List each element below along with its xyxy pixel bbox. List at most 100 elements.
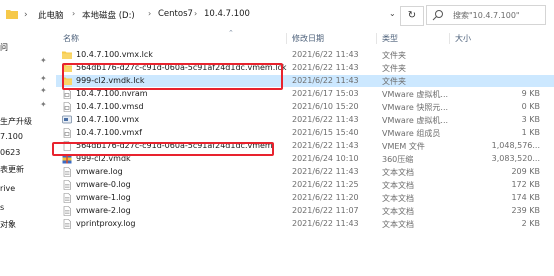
nav-item[interactable]: 表更新 bbox=[0, 164, 24, 175]
file-date: 2021/6/24 10:10 bbox=[292, 154, 359, 163]
file-size: 174 KB bbox=[511, 193, 540, 202]
file-name: 999-cl2.vmdk bbox=[76, 154, 131, 163]
file-row[interactable]: vmware-0.log 2021/6/22 11:25 文本文档 172 KB bbox=[56, 179, 554, 191]
file-date: 2021/6/17 15:03 bbox=[292, 89, 359, 98]
file-size: 9 KB bbox=[521, 89, 540, 98]
breadcrumb-centos7[interactable]: Centos7 bbox=[158, 9, 193, 19]
file-type: 文件夹 bbox=[382, 51, 406, 60]
file-size: 239 KB bbox=[511, 206, 540, 215]
file-size: 209 KB bbox=[511, 167, 540, 176]
file-name: 10.4.7.100.vmxf bbox=[76, 128, 142, 137]
vmware-vm-icon bbox=[62, 115, 72, 125]
file-size: 1 KB bbox=[521, 128, 540, 137]
nav-item[interactable]: 生产升级 bbox=[0, 116, 32, 127]
file-row[interactable]: vmware-2.log 2021/6/22 11:07 文本文档 239 KB bbox=[56, 205, 554, 217]
breadcrumb-separator[interactable]: › bbox=[148, 9, 151, 18]
text-file-icon bbox=[62, 193, 72, 203]
file-size: 2 KB bbox=[521, 219, 540, 228]
search-icon bbox=[432, 10, 443, 21]
file-size: 3 KB bbox=[521, 115, 540, 124]
file-type: VMware 快照元... bbox=[382, 103, 449, 112]
file-row[interactable]: 10.4.7.100.vmx 2021/6/22 11:43 VMware 虚拟机.… bbox=[56, 114, 554, 126]
file-row[interactable]: 999-cl2.vmdk.lck 2021/6/22 11:43 文件夹 bbox=[56, 75, 554, 87]
file-date: 2021/6/22 11:07 bbox=[292, 206, 359, 215]
file-size: 172 KB bbox=[511, 180, 540, 189]
breadcrumb-separator[interactable]: › bbox=[72, 9, 75, 18]
vmware-file-icon bbox=[62, 102, 72, 112]
column-size[interactable]: 大小 bbox=[455, 33, 471, 44]
column-type[interactable]: 类型 bbox=[382, 33, 398, 44]
search-input[interactable]: 搜索"10.4.7.100" bbox=[426, 5, 546, 25]
vmware-file-icon bbox=[62, 89, 72, 99]
column-header: ⌃ 名称 修改日期 类型 大小 bbox=[56, 29, 554, 46]
folder-icon bbox=[62, 76, 72, 86]
file-row[interactable]: 10.4.7.100.vmxf 2021/6/15 15:40 VMware 组成员… bbox=[56, 127, 554, 139]
chevron-down-icon[interactable]: ⌄ bbox=[389, 9, 396, 18]
nav-item[interactable]: 7.100 bbox=[0, 132, 23, 141]
file-date: 2021/6/22 11:43 bbox=[292, 115, 359, 124]
folder-icon bbox=[6, 10, 18, 19]
file-name: vmware-0.log bbox=[76, 180, 131, 189]
file-type: 文本文档 bbox=[382, 194, 414, 203]
file-name: vprintproxy.log bbox=[76, 219, 136, 228]
column-divider[interactable] bbox=[449, 33, 450, 44]
file-name: 999-cl2.vmdk.lck bbox=[76, 76, 145, 85]
file-type: 文本文档 bbox=[382, 207, 414, 216]
column-divider[interactable] bbox=[376, 33, 377, 44]
file-date: 2021/6/22 11:43 bbox=[292, 167, 359, 176]
file-type: 文本文档 bbox=[382, 168, 414, 177]
nav-item[interactable]: 问 bbox=[0, 42, 8, 53]
text-file-icon bbox=[62, 180, 72, 190]
file-name: 10.4.7.100.nvram bbox=[76, 89, 148, 98]
file-size: 3,083,520... bbox=[491, 154, 540, 163]
file-row[interactable]: 564db176-d27c-c91d-060a-5c91af24d1dc.vme… bbox=[56, 62, 554, 74]
file-row[interactable]: 564db176-d27c-c91d-060a-5c91af24d1dc.vme… bbox=[56, 140, 554, 152]
file-type: VMEM 文件 bbox=[382, 142, 425, 151]
text-file-icon bbox=[62, 219, 72, 229]
nav-item[interactable]: rive bbox=[0, 184, 15, 193]
pin-icon[interactable]: ✦ bbox=[40, 56, 47, 65]
breadcrumb-current-folder[interactable]: 10.4.7.100 bbox=[204, 9, 250, 19]
text-file-icon bbox=[62, 167, 72, 177]
file-name: 564db176-d27c-c91d-060a-5c91af24d1dc.vme… bbox=[76, 141, 273, 150]
file-name: vmware-1.log bbox=[76, 193, 131, 202]
file-type: VMware 虚拟机... bbox=[382, 90, 449, 99]
file-row[interactable]: 10.4.7.100.nvram 2021/6/17 15:03 VMware 虚拟… bbox=[56, 88, 554, 100]
file-date: 2021/6/10 15:20 bbox=[292, 102, 359, 111]
file-row[interactable]: vmware-1.log 2021/6/22 11:20 文本文档 174 KB bbox=[56, 192, 554, 204]
file-row[interactable]: vmware.log 2021/6/22 11:43 文本文档 209 KB bbox=[56, 166, 554, 178]
file-date: 2021/6/22 11:43 bbox=[292, 76, 359, 85]
file-type: 文本文档 bbox=[382, 181, 414, 190]
file-row[interactable]: 10.4.7.100.vmsd 2021/6/10 15:20 VMware 快照元… bbox=[56, 101, 554, 113]
file-type: 360压缩 bbox=[382, 155, 414, 164]
archive-icon bbox=[62, 154, 72, 164]
pin-icon[interactable]: ✦ bbox=[40, 74, 47, 83]
blank-file-icon bbox=[62, 141, 72, 151]
refresh-button[interactable]: ↻ bbox=[400, 6, 424, 26]
breadcrumb-this-pc[interactable]: 此电脑 bbox=[38, 9, 64, 21]
folder-icon bbox=[62, 63, 72, 73]
file-name: 10.4.7.100.vmx bbox=[76, 115, 140, 124]
file-type: 文本文档 bbox=[382, 220, 414, 229]
pin-icon[interactable]: ✦ bbox=[40, 86, 47, 95]
column-divider[interactable] bbox=[286, 33, 287, 44]
file-date: 2021/6/22 11:43 bbox=[292, 141, 359, 150]
file-row[interactable]: vprintproxy.log 2021/6/22 11:43 文本文档 2 KB bbox=[56, 218, 554, 230]
column-date[interactable]: 修改日期 bbox=[292, 33, 324, 44]
breadcrumb-root-chevron[interactable]: › bbox=[24, 10, 28, 20]
column-name[interactable]: 名称 bbox=[63, 33, 79, 44]
breadcrumb-local-disk[interactable]: 本地磁盘 (D:) bbox=[82, 9, 135, 21]
file-date: 2021/6/22 11:25 bbox=[292, 180, 359, 189]
address-bar: › 此电脑 › 本地磁盘 (D:) › Centos7 › 10.4.7.100… bbox=[0, 0, 554, 30]
pin-icon[interactable]: ✦ bbox=[40, 100, 47, 109]
nav-item[interactable]: 对象 bbox=[0, 219, 16, 230]
file-name: vmware-2.log bbox=[76, 206, 131, 215]
file-row[interactable]: 10.4.7.100.vmx.lck 2021/6/22 11:43 文件夹 bbox=[56, 49, 554, 61]
file-name: vmware.log bbox=[76, 167, 123, 176]
file-name: 10.4.7.100.vmsd bbox=[76, 102, 144, 111]
breadcrumb-separator[interactable]: › bbox=[194, 9, 197, 18]
nav-item[interactable]: 0623 bbox=[0, 148, 20, 157]
nav-item[interactable]: s bbox=[0, 203, 4, 212]
file-size: 0 KB bbox=[521, 102, 540, 111]
file-row[interactable]: 999-cl2.vmdk 2021/6/24 10:10 360压缩 3,083,52… bbox=[56, 153, 554, 165]
